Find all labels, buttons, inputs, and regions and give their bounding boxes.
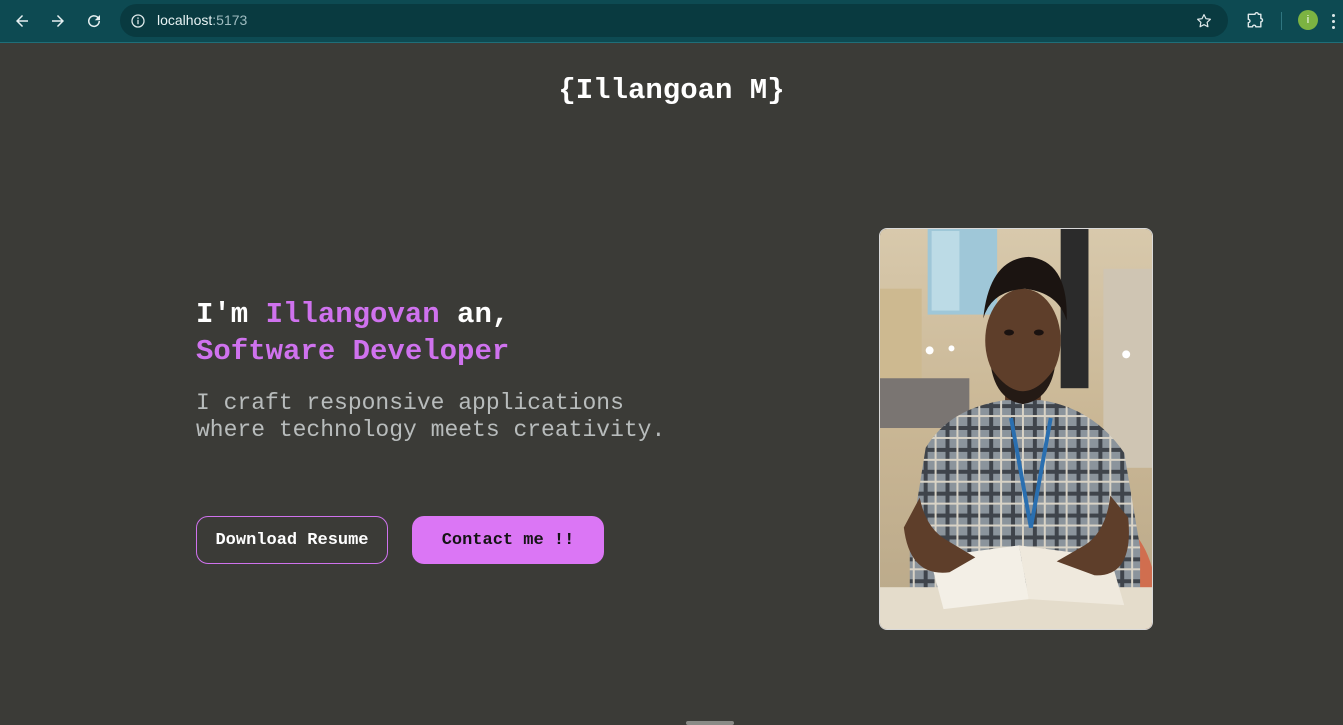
hero-tagline: I craft responsive applications where te…	[196, 390, 666, 443]
back-arrow-icon[interactable]	[9, 8, 35, 34]
browser-toolbar: localhost:5173 i	[0, 0, 1343, 43]
intro-prefix: I'm	[196, 298, 266, 331]
url-host: localhost	[157, 12, 213, 28]
profile-avatar[interactable]: i	[1298, 10, 1318, 30]
kebab-menu-icon[interactable]	[1326, 10, 1340, 32]
star-icon[interactable]	[1194, 11, 1214, 31]
download-resume-button[interactable]: Download Resume	[196, 516, 388, 564]
hero-headline: I'm Illangovan an, Software Developer	[196, 296, 716, 370]
address-bar[interactable]: localhost:5173	[120, 4, 1228, 37]
info-icon[interactable]	[129, 12, 146, 29]
profile-photo	[879, 228, 1153, 630]
role-title: Software Developer	[196, 335, 510, 368]
toolbar-divider	[1281, 12, 1282, 30]
reload-icon[interactable]	[81, 8, 107, 34]
url-text: localhost:5173	[157, 12, 247, 28]
forward-arrow-icon[interactable]	[45, 8, 71, 34]
intro-name: Illangovan	[265, 298, 440, 331]
puzzle-icon[interactable]	[1242, 8, 1268, 34]
url-port: :5173	[212, 12, 248, 28]
contact-button[interactable]: Contact me !!	[412, 516, 604, 564]
site-logo[interactable]: {Illangoan M}	[0, 74, 1343, 107]
scrollbar-thumb[interactable]	[686, 721, 734, 725]
intro-suffix: an,	[439, 298, 510, 331]
